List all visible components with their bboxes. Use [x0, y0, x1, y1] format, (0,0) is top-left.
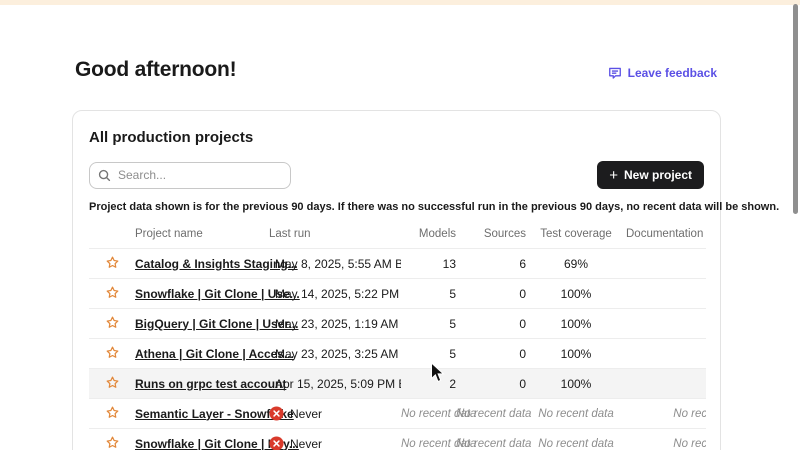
column-models: Models — [401, 222, 456, 249]
project-name-link[interactable]: Athena | Git Clone | Acces... — [135, 347, 294, 361]
sources-value: 0 — [456, 279, 526, 309]
models-value: 2 — [401, 369, 456, 399]
column-favorite — [89, 222, 135, 249]
table-row: Semantic Layer - SnowflakeNeverNo recent… — [89, 399, 706, 429]
panel-title: All production projects — [89, 129, 704, 146]
favorite-star-icon — [105, 345, 120, 360]
documentation-coverage-value — [626, 339, 706, 369]
column-test-coverage: Test coverage — [526, 222, 626, 249]
favorite-star-button[interactable] — [105, 285, 120, 300]
project-name-link[interactable]: Runs on grpc test account — [135, 377, 286, 391]
table-row: Runs on grpc test accountApr 15, 2025, 5… — [89, 369, 706, 399]
sources-value: 0 — [456, 369, 526, 399]
last-run-value: May 14, 2025, 5:22 PM BS — [275, 287, 401, 301]
last-run-value: May 23, 2025, 3:25 AM B — [275, 347, 401, 361]
table-row: BigQuery | Git Clone | User...May 23, 20… — [89, 309, 706, 339]
leave-feedback-link[interactable]: Leave feedback — [608, 66, 717, 80]
error-x-icon — [269, 406, 284, 421]
test-coverage-value: 100% — [526, 309, 626, 339]
favorite-star-icon — [105, 405, 120, 420]
models-value: 5 — [401, 309, 456, 339]
sources-value: 0 — [456, 339, 526, 369]
table-row: Snowflake | Git Clone | Key...NeverNo re… — [89, 429, 706, 450]
favorite-star-button[interactable] — [105, 345, 120, 360]
favorite-star-button[interactable] — [105, 435, 120, 450]
sources-value: 0 — [456, 309, 526, 339]
documentation-coverage-value: No recent data — [626, 429, 706, 450]
test-coverage-value: 100% — [526, 339, 626, 369]
search-box — [89, 162, 291, 189]
page-title: Good afternoon! — [75, 58, 236, 82]
projects-table-container: Project name Last run Models Sources Tes… — [89, 222, 706, 450]
column-project-name: Project name — [135, 222, 269, 249]
table-row: Catalog & Insights Staging...May 8, 2025… — [89, 249, 706, 279]
plus-icon: + — [609, 168, 618, 183]
last-run-value: Never — [290, 407, 322, 421]
leave-feedback-label: Leave feedback — [628, 66, 717, 80]
sources-value: No recent data — [456, 399, 526, 429]
panel-controls: + New project — [89, 161, 704, 189]
column-documentation-coverage: Documentation coverage — [626, 222, 706, 249]
sources-value: 6 — [456, 249, 526, 279]
last-run-value: May 8, 2025, 5:55 AM BS — [275, 257, 401, 271]
column-last-run: Last run — [269, 222, 401, 249]
favorite-star-icon — [105, 435, 120, 450]
new-project-label: New project — [624, 168, 692, 182]
top-accent-bar — [0, 0, 800, 5]
feedback-bubble-icon — [608, 66, 622, 80]
project-name-link[interactable]: Catalog & Insights Staging... — [135, 257, 298, 271]
test-coverage-value: 100% — [526, 369, 626, 399]
favorite-star-icon — [105, 285, 120, 300]
table-row: Snowflake | Git Clone | Use...May 14, 20… — [89, 279, 706, 309]
favorite-star-button[interactable] — [105, 315, 120, 330]
favorite-star-icon — [105, 315, 120, 330]
documentation-coverage-value: No recent data — [626, 399, 706, 429]
documentation-coverage-value — [626, 369, 706, 399]
models-value: 5 — [401, 339, 456, 369]
models-value: 13 — [401, 249, 456, 279]
last-run-value: Never — [290, 437, 322, 450]
data-notice: Project data shown is for the previous 9… — [89, 201, 704, 213]
favorite-star-icon — [105, 255, 120, 270]
scrollbar-thumb[interactable] — [793, 4, 798, 214]
models-value: No recent data — [401, 399, 456, 429]
last-run-value: Apr 15, 2025, 5:09 PM BS — [275, 377, 401, 391]
models-value: 5 — [401, 279, 456, 309]
models-value: No recent data — [401, 429, 456, 450]
test-coverage-value: No recent data — [526, 429, 626, 450]
search-icon — [98, 169, 111, 182]
column-sources: Sources — [456, 222, 526, 249]
project-name-link[interactable]: BigQuery | Git Clone | User... — [135, 317, 298, 331]
favorite-star-icon — [105, 375, 120, 390]
favorite-star-button[interactable] — [105, 255, 120, 270]
favorite-star-button[interactable] — [105, 405, 120, 420]
favorite-star-button[interactable] — [105, 375, 120, 390]
test-coverage-value: No recent data — [526, 399, 626, 429]
projects-table: Project name Last run Models Sources Tes… — [89, 222, 706, 450]
test-coverage-value: 100% — [526, 279, 626, 309]
search-input[interactable] — [89, 162, 291, 189]
sources-value: No recent data — [456, 429, 526, 450]
error-x-icon — [269, 436, 284, 450]
table-header-row: Project name Last run Models Sources Tes… — [89, 222, 706, 249]
dashboard-page: { "page": { "greeting": "Good afternoon!… — [0, 0, 800, 450]
test-coverage-value: 69% — [526, 249, 626, 279]
new-project-button[interactable]: + New project — [597, 161, 704, 189]
table-row: Athena | Git Clone | Acces...May 23, 202… — [89, 339, 706, 369]
documentation-coverage-value — [626, 309, 706, 339]
projects-panel: All production projects + New project Pr… — [72, 110, 721, 450]
documentation-coverage-value — [626, 249, 706, 279]
documentation-coverage-value — [626, 279, 706, 309]
last-run-value: May 23, 2025, 1:19 AM BS — [275, 317, 401, 331]
